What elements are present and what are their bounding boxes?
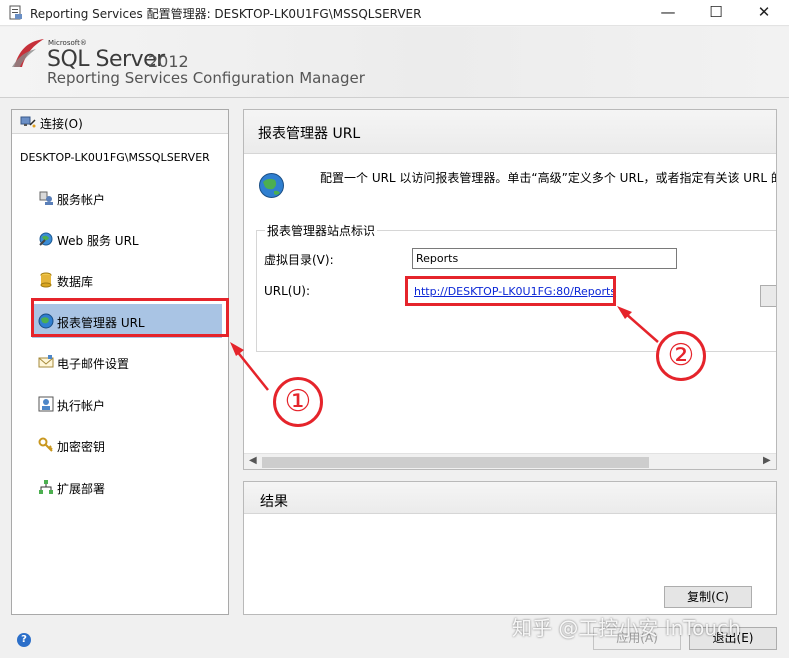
annotation-arrows: [230, 306, 659, 391]
callout-2: ②: [656, 331, 706, 381]
arrow-1-line: [235, 349, 269, 391]
arrow-1-head: [230, 342, 244, 356]
callout-1: ①: [273, 377, 323, 427]
watermark: 知乎 @工控小安 InTouch: [512, 616, 741, 640]
arrow-2-line: [624, 312, 659, 343]
